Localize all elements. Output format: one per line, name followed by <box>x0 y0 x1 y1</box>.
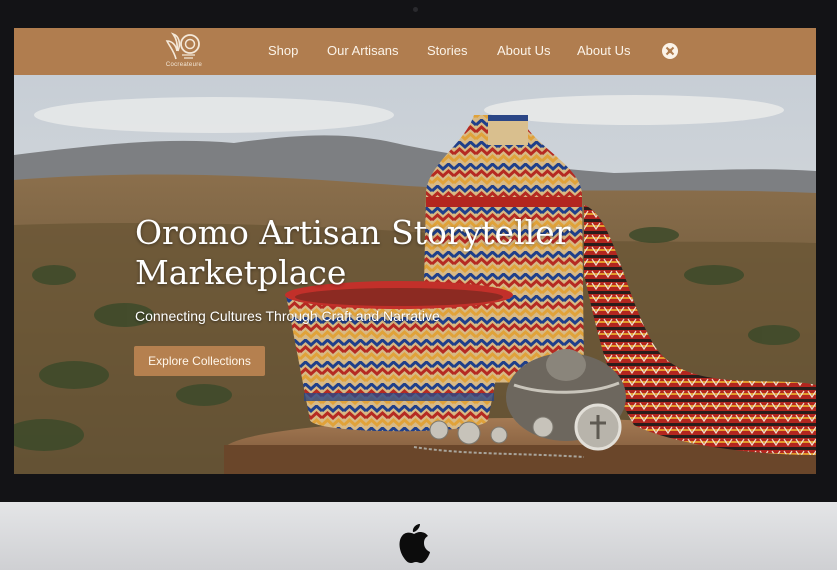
hero-title: Oromo Artisan Storyteller Marketplace <box>135 213 571 292</box>
leaf-logo-icon <box>165 32 200 60</box>
hero-section: Oromo Artisan Storyteller Marketplace Co… <box>14 75 816 474</box>
nav-our-artisans[interactable]: Our Artisans <box>327 43 399 58</box>
hero-subtitle: Connecting Cultures Through Craft and Na… <box>135 308 440 324</box>
nav-about-us-2[interactable]: About Us <box>577 43 630 58</box>
logo-text: Cocreateure <box>165 62 203 68</box>
screen: Cocreateure Shop Our Artisans Stories Ab… <box>14 28 816 474</box>
share-icon[interactable] <box>662 43 678 59</box>
site-logo[interactable]: Cocreateure <box>156 31 212 71</box>
explore-collections-button[interactable]: Explore Collections <box>134 346 265 376</box>
apple-logo-icon <box>399 524 430 563</box>
nav-shop[interactable]: Shop <box>268 43 298 58</box>
nav-about-us[interactable]: About Us <box>497 43 550 58</box>
webcam <box>413 7 418 12</box>
navbar: Cocreateure Shop Our Artisans Stories Ab… <box>14 28 816 75</box>
nav-stories[interactable]: Stories <box>427 43 467 58</box>
